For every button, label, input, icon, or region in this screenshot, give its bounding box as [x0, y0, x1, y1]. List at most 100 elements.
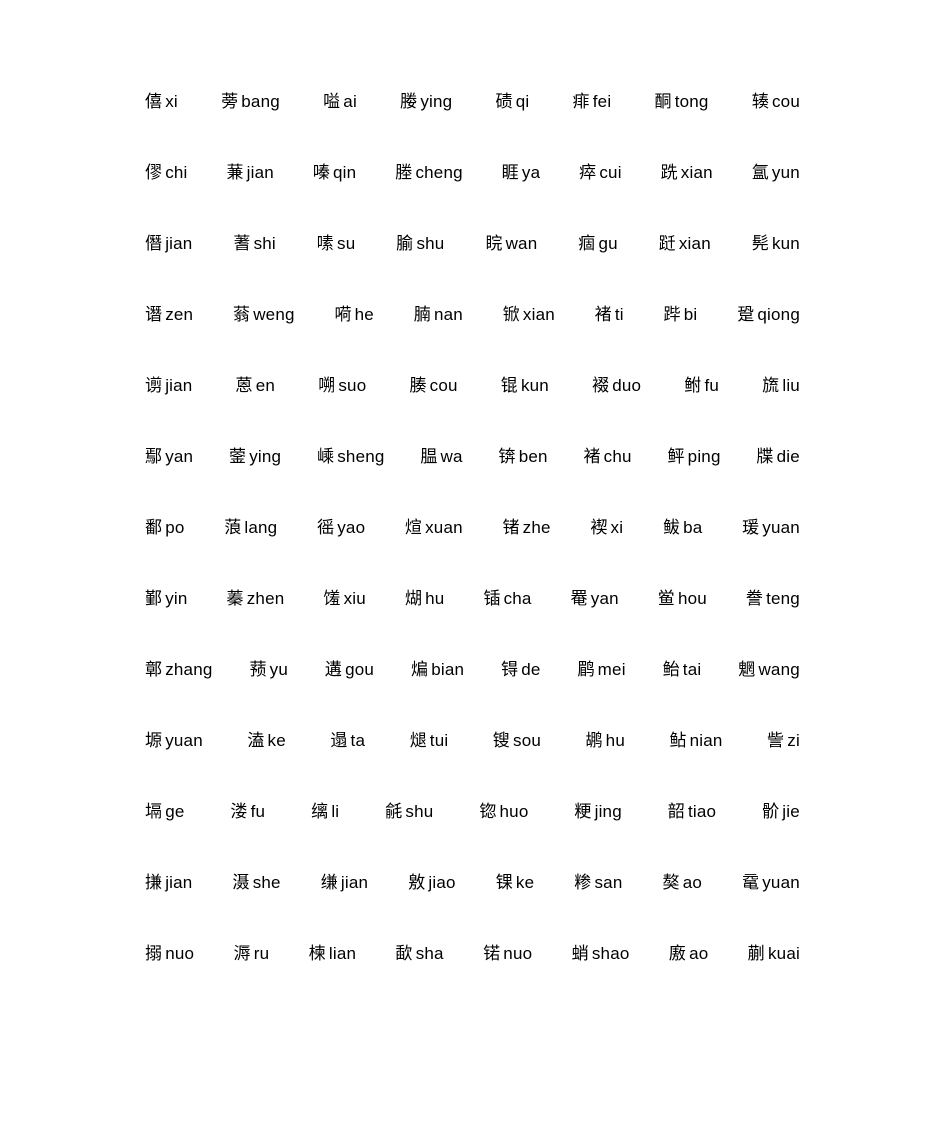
character-row: 塥 ge 溇 fu 缡 li 毹 shu 锪 huo 粳 jing 韶 tiao 骱 jie	[145, 800, 800, 871]
pinyin-reading: cou	[429, 376, 458, 395]
hanzi-character: 蓊	[233, 305, 251, 325]
hanzi-character: 旒	[762, 376, 780, 396]
character-pinyin-entry: 訾 zi	[767, 729, 800, 753]
pinyin-reading: li	[331, 802, 340, 821]
hanzi-character: 牒	[756, 447, 774, 467]
pinyin-reading: xian	[522, 305, 555, 324]
character-pinyin-entry: 瘁 cui	[579, 161, 622, 185]
pinyin-reading: liu	[782, 376, 800, 395]
hanzi-character: 媵	[400, 92, 418, 112]
hanzi-character: 搦	[145, 944, 163, 964]
pinyin-reading: ying	[420, 92, 453, 111]
hanzi-character: 遢	[330, 731, 348, 751]
character-row: 鄱 po 蒗 lang 徭 yao 煊 xuan 锗 zhe 褉 xi 鲅 ba 瑗 yuan	[145, 516, 800, 587]
character-pinyin-entry: 髡 kun	[752, 232, 800, 256]
pinyin-reading: nuo	[503, 944, 533, 963]
hanzi-character: 楝	[308, 944, 326, 964]
pinyin-reading: jian	[165, 376, 193, 395]
hanzi-character: 誊	[745, 589, 764, 609]
hanzi-character: 谮	[145, 305, 163, 325]
hanzi-character: 裰	[592, 376, 610, 396]
pinyin-reading: mei	[597, 660, 626, 679]
character-pinyin-entry: 歃 sha	[396, 942, 444, 966]
character-pinyin-entry: 塥 ge	[145, 800, 185, 824]
hanzi-character: 锸	[483, 589, 501, 609]
hanzi-character: 蒗	[224, 518, 242, 538]
pinyin-reading: xian	[678, 234, 711, 253]
pinyin-reading: bi	[683, 305, 698, 324]
hanzi-character: 瘁	[579, 163, 597, 183]
hanzi-character: 毹	[385, 802, 403, 822]
character-pinyin-entry: 跸 bi	[664, 303, 698, 327]
pinyin-reading: weng	[253, 305, 295, 324]
hanzi-character: 鄞	[145, 589, 163, 609]
character-pinyin-entry: 鄣 zhang	[145, 658, 213, 682]
pinyin-reading: jian	[340, 873, 369, 892]
hanzi-character: 搛	[145, 873, 163, 893]
pinyin-reading: yan	[590, 589, 619, 608]
hanzi-character: 缣	[320, 873, 338, 893]
character-pinyin-entry: 褚 chu	[583, 445, 631, 469]
hanzi-character: 蓥	[229, 447, 247, 467]
hanzi-character: 褉	[590, 518, 608, 538]
pinyin-reading: jie	[782, 802, 800, 821]
character-pinyin-entry: 蒹 jian	[226, 161, 273, 185]
hanzi-character: 鄢	[145, 447, 163, 467]
character-pinyin-entry: 腩 nan	[414, 303, 463, 327]
character-pinyin-entry: 魍 wang	[738, 658, 800, 682]
hanzi-character: 溽	[233, 944, 251, 964]
pinyin-reading: nian	[689, 731, 723, 750]
character-pinyin-entry: 嗪 qin	[313, 161, 357, 185]
hanzi-character: 蓣	[249, 660, 267, 680]
hanzi-character: 锛	[498, 447, 516, 467]
hanzi-character: 瑗	[742, 518, 760, 538]
character-pinyin-entry: 塬 yuan	[145, 729, 203, 753]
pinyin-reading: zhen	[246, 589, 285, 608]
hanzi-character: 塬	[145, 731, 163, 751]
hanzi-character: 敫	[408, 873, 426, 893]
pinyin-reading: cheng	[415, 163, 463, 182]
hanzi-character: 鲆	[667, 447, 685, 467]
character-pinyin-entry: 敫 jiao	[408, 871, 455, 895]
hanzi-character: 蓁	[226, 589, 244, 609]
character-pinyin-entry: 蒡 bang	[221, 90, 280, 114]
hanzi-character: 煳	[404, 589, 423, 609]
character-pinyin-entry: 鲋 fu	[684, 374, 719, 398]
hanzi-character: 碛	[495, 92, 513, 112]
pinyin-reading: ao	[689, 944, 709, 963]
character-pinyin-entry: 嗌 ai	[323, 90, 357, 114]
pinyin-reading: wang	[758, 660, 800, 679]
pinyin-reading: fei	[592, 92, 612, 111]
pinyin-reading: xi	[610, 518, 624, 537]
pinyin-reading: yin	[165, 589, 188, 608]
hanzi-character: 遘	[324, 660, 343, 680]
pinyin-reading: sou	[513, 731, 542, 750]
hanzi-character: 锗	[502, 518, 520, 538]
character-pinyin-entry: 楝 lian	[309, 942, 356, 966]
character-pinyin-entry: 酮 tong	[655, 90, 709, 114]
hanzi-character: 鲐	[662, 660, 680, 680]
hanzi-character: 鲋	[684, 376, 702, 396]
character-pinyin-entry: 搛 jian	[145, 871, 192, 895]
hanzi-character: 嗌	[323, 92, 341, 112]
character-pinyin-entry: 蓥 ying	[229, 445, 281, 469]
pinyin-reading: ying	[249, 447, 282, 466]
character-pinyin-entry: 锗 zhe	[502, 516, 550, 540]
pinyin-reading: xian	[680, 163, 713, 182]
pinyin-reading: lian	[328, 944, 357, 963]
hanzi-character: 谫	[145, 376, 163, 396]
pinyin-reading: ao	[682, 873, 703, 892]
pinyin-reading: suo	[338, 376, 367, 395]
pinyin-reading: yuan	[165, 731, 203, 750]
hanzi-character: 韶	[667, 802, 685, 822]
pinyin-reading: fu	[250, 802, 266, 821]
hanzi-character: 痱	[572, 92, 590, 112]
pinyin-reading: kun	[771, 234, 800, 253]
pinyin-reading: shu	[405, 802, 434, 821]
hanzi-character: 粳	[574, 802, 592, 822]
hanzi-character: 蒽	[235, 376, 253, 396]
pinyin-reading: jian	[165, 873, 193, 892]
character-row: 谫 jian 蒽 en 嗍 suo 腠 cou 锟 kun 裰 duo 鲋 fu 旒 liu	[145, 374, 800, 445]
hanzi-character: 蓍	[233, 234, 251, 254]
hanzi-character: 腽	[420, 447, 438, 467]
